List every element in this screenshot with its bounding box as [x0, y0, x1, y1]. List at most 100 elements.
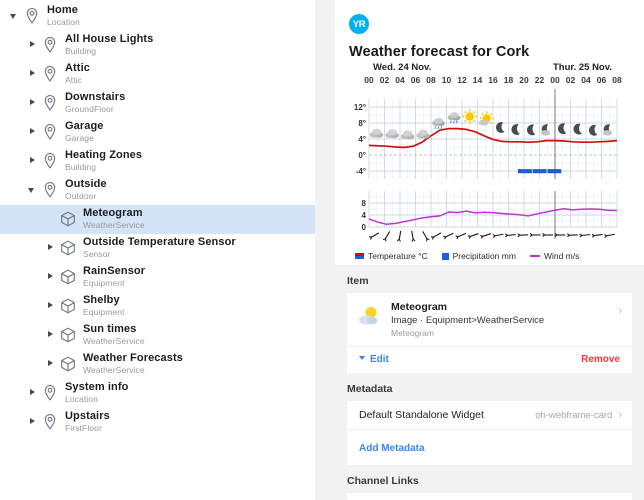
tree-item-label: Home — [47, 5, 80, 17]
hour-tick-label: 02 — [564, 75, 578, 85]
item-subtitle: Meteogram — [391, 328, 544, 338]
tree-item-texts: Weather ForecastsWeatherService — [78, 353, 183, 375]
legend-item: Wind m/s — [530, 251, 579, 261]
tree-item-all-house-lights[interactable]: All House LightsBuilding — [0, 31, 315, 60]
tree-item-texts: Sun timesWeatherService — [78, 324, 145, 346]
chevron-down-icon — [359, 356, 365, 360]
location-pin-icon — [40, 412, 60, 432]
chevron-right-icon[interactable] — [26, 96, 40, 110]
chevron-right-icon[interactable] — [44, 357, 58, 371]
tree-item-type: Location — [65, 395, 128, 404]
hour-tick-label: 06 — [409, 75, 423, 85]
tree-item-outside[interactable]: OutsideOutdoor — [0, 176, 315, 205]
chevron-right-icon[interactable] — [44, 328, 58, 342]
tree-item-system-info[interactable]: System infoLocation — [0, 379, 315, 408]
tree-item-downstairs[interactable]: DownstairsGroundFloor — [0, 89, 315, 118]
legend-item: Temperature °C — [355, 251, 428, 261]
chevron-down-icon[interactable] — [26, 183, 40, 197]
tree-item-label: Downstairs — [65, 92, 125, 104]
tree-item-label: Outside Temperature Sensor — [83, 237, 236, 249]
add-metadata-action[interactable]: Add Metadata — [347, 430, 632, 465]
location-pin-icon — [40, 383, 60, 403]
tree-item-meteogram[interactable]: MeteogramWeatherService — [0, 205, 315, 234]
tree-item-garage[interactable]: GarageGarage — [0, 118, 315, 147]
chevron-right-icon[interactable] — [44, 299, 58, 313]
item-description: Image · Equipment>WeatherService — [391, 315, 544, 326]
tree-item-texts: HomeLocation — [42, 5, 80, 27]
edit-label: Edit — [370, 354, 389, 365]
tree-item-upstairs[interactable]: UpstairsFirstFloor — [0, 408, 315, 437]
metadata-row[interactable]: Default Standalone Widget oh-webframe-ca… — [347, 401, 632, 430]
hour-tick-label: 02 — [378, 75, 392, 85]
tree-item-home[interactable]: HomeLocation — [0, 2, 315, 31]
tree-item-type: Building — [65, 47, 153, 56]
tree-item-label: Outside — [65, 179, 107, 191]
detail-panel: YR Weather forecast for Cork Wed. 24 Nov… — [335, 0, 644, 500]
hour-tick-label: 16 — [486, 75, 500, 85]
location-pin-icon — [40, 64, 60, 84]
meteogram-svg: 12°8°4°0°-4°840 — [349, 87, 625, 242]
chevron-right-icon[interactable] — [26, 67, 40, 81]
temp-tick-label: 4° — [358, 135, 366, 144]
hour-tick-label: 04 — [393, 75, 407, 85]
tree-item-sun-times[interactable]: Sun timesWeatherService — [0, 321, 315, 350]
hour-tick-label: 08 — [610, 75, 624, 85]
tree-item-heating-zones[interactable]: Heating ZonesBuilding — [0, 147, 315, 176]
tree-item-label: Sun times — [83, 324, 145, 336]
tree-item-texts: ShelbyEquipment — [78, 295, 125, 317]
chevron-down-icon[interactable] — [8, 9, 22, 23]
hour-tick-label: 12 — [455, 75, 469, 85]
location-pin-icon — [40, 93, 60, 113]
tree-item-outside-temperature-sensor[interactable]: Outside Temperature SensorSensor — [0, 234, 315, 263]
channel-links-section-title: Channel Links — [335, 465, 644, 493]
temp-tick-label: -4° — [356, 167, 366, 176]
chevron-right-icon[interactable] — [44, 241, 58, 255]
tree-item-label: Shelby — [83, 295, 125, 307]
tree-item-texts: UpstairsFirstFloor — [60, 411, 110, 433]
tree-item-type: Equipment — [83, 279, 145, 288]
chevron-right-icon[interactable] — [26, 415, 40, 429]
model-tree-panel[interactable]: HomeLocationAll House LightsBuildingAtti… — [0, 0, 315, 500]
panel-divider — [315, 0, 335, 500]
location-pin-icon — [40, 122, 60, 142]
cube-icon — [58, 267, 78, 287]
wind-tick-label: 8 — [362, 199, 367, 208]
legend-swatch-line — [530, 255, 540, 257]
hour-tick-label: 00 — [548, 75, 562, 85]
chevron-right-icon[interactable] — [26, 154, 40, 168]
wind-tick-label: 4 — [362, 211, 367, 220]
item-row[interactable]: Meteogram Image · Equipment>WeatherServi… — [347, 293, 632, 346]
chevron-right-icon: › — [618, 409, 622, 421]
tree-item-shelby[interactable]: ShelbyEquipment — [0, 292, 315, 321]
location-pin-icon — [40, 35, 60, 55]
add-metadata-button[interactable]: Add Metadata — [359, 443, 425, 454]
metadata-section-title: Metadata — [335, 373, 644, 401]
tree-item-label: Weather Forecasts — [83, 353, 183, 365]
tree-item-label: Upstairs — [65, 411, 110, 423]
chevron-right-icon[interactable] — [26, 38, 40, 52]
sun-cloud-icon — [357, 303, 383, 329]
item-actions: Edit Remove — [347, 346, 632, 373]
tree-item-type: Attic — [65, 76, 90, 85]
tree-item-weather-forecasts[interactable]: Weather ForecastsWeatherService — [0, 350, 315, 379]
tree-item-label: Garage — [65, 121, 104, 133]
remove-button[interactable]: Remove — [581, 354, 620, 365]
tree-item-type: Building — [65, 163, 142, 172]
item-texts: Meteogram Image · Equipment>WeatherServi… — [383, 301, 544, 338]
tree-item-texts: DownstairsGroundFloor — [60, 92, 125, 114]
tree-item-rainsensor[interactable]: RainSensorEquipment — [0, 263, 315, 292]
chart-hour-axis: 0002040608101214161820220002040608 — [349, 75, 634, 87]
add-link-action[interactable]: Add Link — [347, 493, 632, 500]
day-label: Wed. 24 Nov. — [373, 62, 431, 73]
chart-day-axis: Wed. 24 Nov.Thur. 25 Nov. — [349, 62, 634, 75]
tree-item-type: WeatherService — [83, 366, 183, 375]
edit-button[interactable]: Edit — [359, 354, 389, 365]
chevron-right-icon[interactable] — [26, 125, 40, 139]
temp-tick-label: 0° — [358, 151, 366, 160]
app-root: HomeLocationAll House LightsBuildingAtti… — [0, 0, 644, 500]
chevron-right-icon[interactable] — [44, 270, 58, 284]
tree-item-attic[interactable]: AtticAttic — [0, 60, 315, 89]
tree-item-type: Outdoor — [65, 192, 107, 201]
yr-logo-icon: YR — [349, 14, 369, 34]
chevron-right-icon[interactable] — [26, 386, 40, 400]
